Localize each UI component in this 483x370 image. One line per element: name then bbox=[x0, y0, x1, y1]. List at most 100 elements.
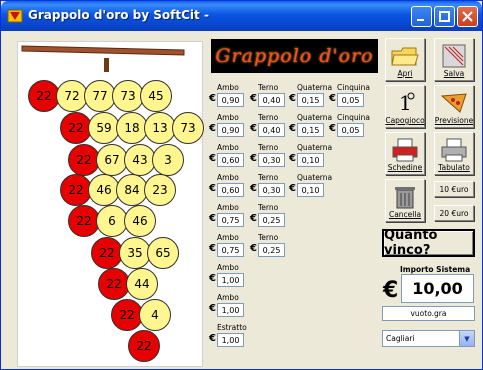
grape-ball[interactable]: 4 bbox=[139, 299, 171, 331]
ambo-label: Ambo bbox=[217, 113, 239, 122]
chevron-down-icon[interactable]: ▼ bbox=[459, 331, 474, 346]
terno-label: Terno bbox=[258, 203, 279, 212]
quaterna-bet-input[interactable]: 0,15 bbox=[297, 93, 324, 107]
maximize-button[interactable] bbox=[434, 6, 455, 27]
ambo-label: Ambo bbox=[217, 83, 239, 92]
ambo-bet-input[interactable]: 1,00 bbox=[217, 303, 244, 317]
ambo-bet-input[interactable]: 0,60 bbox=[217, 183, 244, 197]
ambo-bet-input[interactable]: 0,75 bbox=[217, 213, 244, 227]
grape-panel: 22 72 77 73 45 22 59 18 13 73 22 67 43 3 22 46 84 23 22 6 46… bbox=[17, 41, 204, 367]
previsione-button[interactable]: Previsione bbox=[434, 85, 474, 128]
printer-red-icon bbox=[392, 138, 418, 162]
city-select[interactable]: Cagliari ▼ bbox=[382, 330, 475, 347]
ambo-label: Ambo bbox=[217, 263, 239, 272]
euro-sign: € bbox=[329, 123, 336, 134]
previsione-label: Previsione bbox=[434, 116, 474, 125]
euro-sign: € bbox=[289, 153, 296, 164]
grape-ball[interactable]: 22 bbox=[128, 330, 160, 362]
grape-ball[interactable]: 73 bbox=[172, 112, 204, 144]
svg-text:1: 1 bbox=[399, 91, 412, 115]
euro-sign: € bbox=[289, 183, 296, 194]
maximize-icon bbox=[439, 11, 450, 22]
printer-icon bbox=[441, 138, 467, 162]
grape-ball[interactable]: 46 bbox=[124, 205, 156, 237]
cinquina-bet-input[interactable]: 0,05 bbox=[337, 93, 364, 107]
minimize-button[interactable] bbox=[411, 6, 432, 27]
grape-ball[interactable]: 65 bbox=[147, 237, 179, 269]
euro-sign: € bbox=[250, 213, 257, 224]
grape-ball[interactable]: 44 bbox=[126, 268, 158, 300]
estratto-bet-input[interactable]: 1,00 bbox=[217, 333, 244, 347]
euro-sign: € bbox=[209, 153, 216, 164]
title-bar[interactable]: Grappolo d'oro by SoftCit - bbox=[1, 1, 482, 31]
euro-sign: € bbox=[289, 93, 296, 104]
logo-text: Grappolo d'oro bbox=[215, 45, 374, 67]
ambo-label: Ambo bbox=[217, 143, 239, 152]
first-place-icon: 1 bbox=[399, 91, 415, 115]
ambo-bet-input[interactable]: 0,75 bbox=[217, 243, 244, 257]
quaterna-bet-input[interactable]: 0,10 bbox=[297, 153, 324, 167]
open-label: Apri bbox=[397, 69, 413, 78]
schedine-label: Schedine bbox=[387, 163, 423, 172]
folder-icon bbox=[391, 47, 419, 66]
terno-bet-input[interactable]: 0,30 bbox=[258, 153, 285, 167]
app-icon bbox=[7, 9, 23, 23]
terno-bet-input[interactable]: 0,40 bbox=[258, 123, 285, 137]
ambo-label: Ambo bbox=[217, 173, 239, 182]
euro-sign: € bbox=[289, 123, 296, 134]
euro-sign: € bbox=[209, 93, 216, 104]
quaterna-bet-input[interactable]: 0,10 bbox=[297, 183, 324, 197]
euro-sign: € bbox=[209, 243, 216, 254]
app-window: Grappolo d'oro by SoftCit - 22 72 77 73 45 22… bbox=[0, 0, 483, 370]
cinquina-label: Cinquina bbox=[337, 113, 371, 122]
estratto-label: Estratto bbox=[217, 323, 247, 332]
importo-value: 10,00 bbox=[401, 274, 474, 303]
ambo-bet-input[interactable]: 0,60 bbox=[217, 153, 244, 167]
terno-bet-input[interactable]: 0,40 bbox=[258, 93, 285, 107]
grape-ball[interactable]: 23 bbox=[144, 174, 176, 206]
euro-sign: € bbox=[209, 333, 216, 344]
capogioco-button[interactable]: 1 Capogioco bbox=[385, 85, 425, 128]
ambo-label: Ambo bbox=[217, 293, 239, 302]
terno-bet-input[interactable]: 0,25 bbox=[258, 213, 285, 227]
grape-ball[interactable]: 3 bbox=[152, 144, 184, 176]
file-name-field: vuoto.gra bbox=[382, 306, 475, 321]
euro-sign: € bbox=[209, 213, 216, 224]
quaterna-label: Quaterna bbox=[297, 113, 333, 122]
terno-bet-input[interactable]: 0,25 bbox=[258, 243, 285, 257]
city-select-value: Cagliari bbox=[386, 334, 415, 343]
ambo-bet-input[interactable]: 0,90 bbox=[217, 93, 244, 107]
euro-sign: € bbox=[209, 273, 216, 284]
tabulato-button[interactable]: Tabulato bbox=[434, 132, 474, 175]
close-button[interactable] bbox=[457, 6, 478, 27]
schedine-button[interactable]: Schedine bbox=[385, 132, 425, 175]
quanto-vinco-button[interactable]: Quanto vinco? bbox=[382, 228, 475, 258]
crystal-ball-icon bbox=[440, 93, 467, 113]
save-label: Salva bbox=[443, 69, 465, 78]
ten-euro-button[interactable]: 10 €uro bbox=[434, 181, 474, 197]
terno-bet-input[interactable]: 0,30 bbox=[258, 183, 285, 197]
quaterna-bet-input[interactable]: 0,15 bbox=[297, 123, 324, 137]
quaterna-label: Quaterna bbox=[297, 83, 333, 92]
ambo-label: Ambo bbox=[217, 233, 239, 242]
euro-sign: € bbox=[209, 303, 216, 314]
grape-ball[interactable]: 45 bbox=[140, 80, 172, 112]
twenty-euro-button[interactable]: 20 €uro bbox=[434, 205, 474, 221]
vine-branch-icon bbox=[21, 45, 185, 72]
euro-sign: € bbox=[250, 93, 257, 104]
save-button[interactable]: Salva bbox=[434, 38, 474, 81]
save-icon bbox=[442, 44, 466, 68]
cinquina-bet-input[interactable]: 0,05 bbox=[337, 123, 364, 137]
open-button[interactable]: Apri bbox=[385, 38, 425, 81]
client-area: 22 72 77 73 45 22 59 18 13 73 22 67 43 3 22 46 84 23 22 6 46… bbox=[5, 31, 478, 367]
euro-sign: € bbox=[329, 93, 336, 104]
euro-sign: € bbox=[250, 153, 257, 164]
terno-label: Terno bbox=[258, 113, 279, 122]
ambo-bet-input[interactable]: 0,90 bbox=[217, 123, 244, 137]
ambo-bet-input[interactable]: 1,00 bbox=[217, 273, 244, 287]
terno-label: Terno bbox=[258, 83, 279, 92]
terno-label: Terno bbox=[258, 173, 279, 182]
cinquina-label: Cinquina bbox=[337, 83, 371, 92]
cancella-button[interactable]: Cancella bbox=[385, 179, 425, 222]
euro-sign: € bbox=[209, 123, 216, 134]
